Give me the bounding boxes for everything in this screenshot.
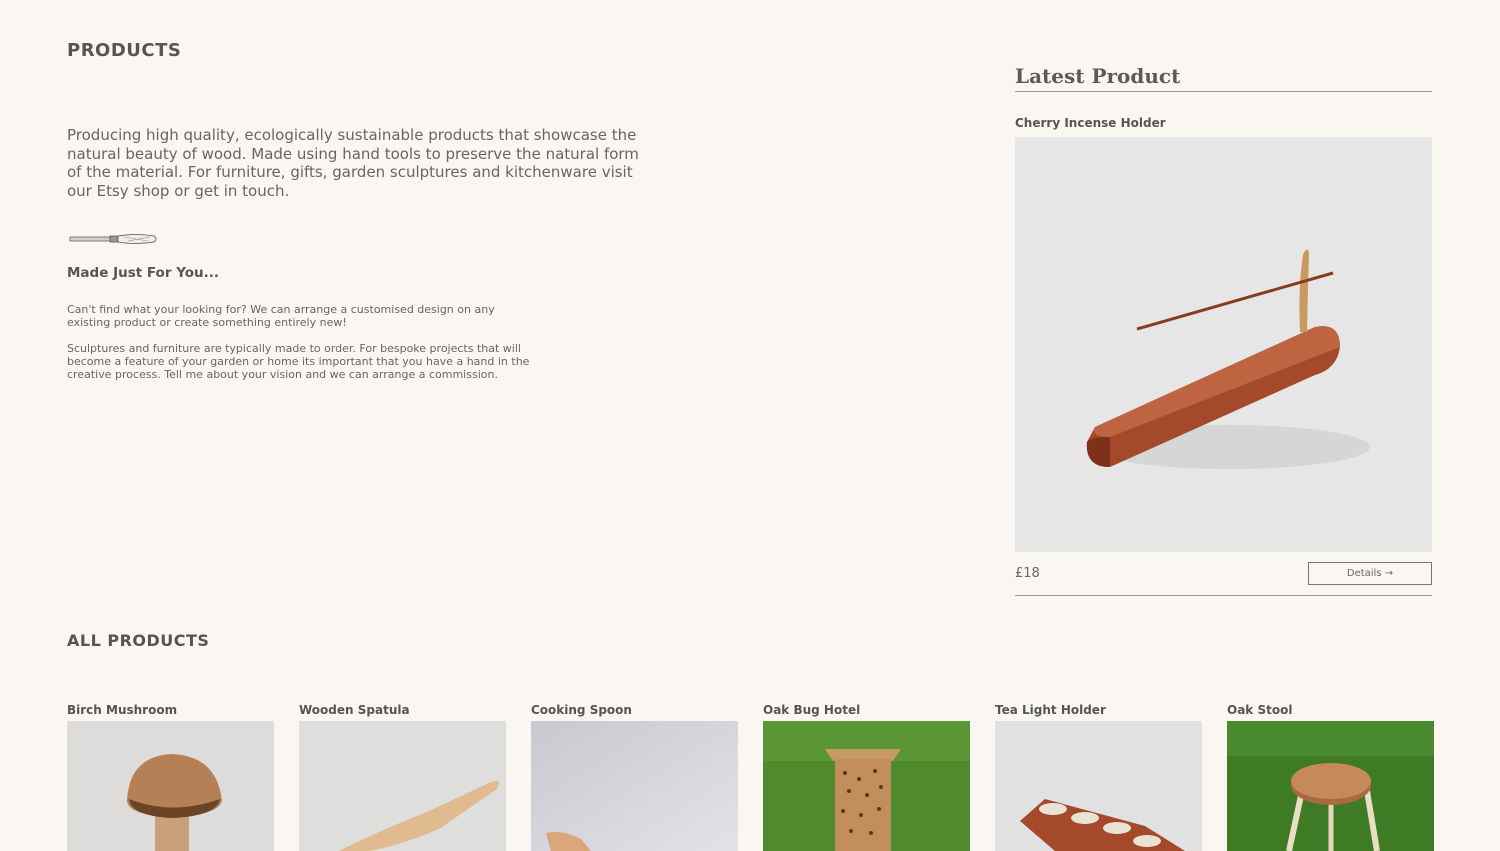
product-name[interactable]: Oak Bug Hotel [763,703,970,717]
product-image[interactable] [763,721,970,851]
all-products-heading: ALL PRODUCTS [67,631,210,650]
product-card[interactable]: Wooden Spatula [299,703,506,851]
latest-product-footer: £18 Details → [1015,562,1432,596]
product-image[interactable] [995,721,1202,851]
product-card[interactable]: Birch Mushroom [67,703,274,851]
product-name[interactable]: Birch Mushroom [67,703,274,717]
commission-text: Sculptures and furniture are typically m… [67,342,530,381]
intro-text: Producing high quality, ecologically sus… [67,126,639,200]
details-button[interactable]: Details → [1308,562,1432,585]
product-card[interactable]: Oak Stool [1227,703,1434,851]
product-grid: Birch Mushroom Wooden Spatula Cooking Sp… [67,703,1434,851]
product-image[interactable] [531,721,738,851]
product-image[interactable] [1227,721,1434,851]
chisel-icon [69,234,157,244]
latest-product-name[interactable]: Cherry Incense Holder [1015,116,1432,130]
page-title: PRODUCTS [67,40,182,61]
product-name[interactable]: Tea Light Holder [995,703,1202,717]
latest-product-price: £18 [1015,566,1040,581]
made-for-you-heading: Made Just For You... [67,265,220,281]
custom-design-text: Can't find what your looking for? We can… [67,303,495,329]
latest-product-heading: Latest Product [1015,64,1432,92]
product-image[interactable] [299,721,506,851]
product-image[interactable] [67,721,274,851]
product-name[interactable]: Wooden Spatula [299,703,506,717]
latest-product-panel: Latest Product Cherry Incense Holder £18… [1015,64,1432,596]
product-name[interactable]: Oak Stool [1227,703,1434,717]
latest-product-image[interactable] [1015,137,1432,552]
product-card[interactable]: Cooking Spoon [531,703,738,851]
product-card[interactable]: Oak Bug Hotel [763,703,970,851]
product-name[interactable]: Cooking Spoon [531,703,738,717]
product-card[interactable]: Tea Light Holder [995,703,1202,851]
